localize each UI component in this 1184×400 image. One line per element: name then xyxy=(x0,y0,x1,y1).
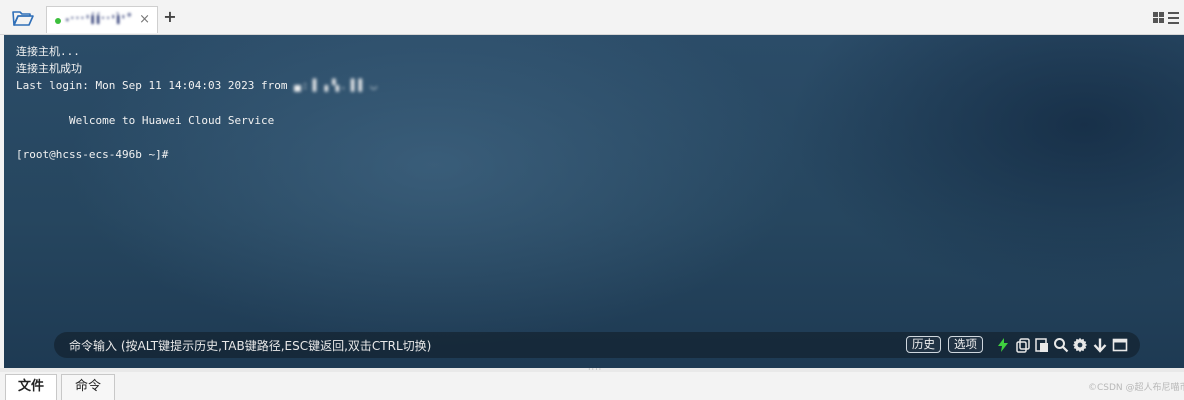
terminal-line: 连接主机... xyxy=(16,45,80,58)
terminal-line: Last login: Mon Sep 11 14:04:03 2023 fro… xyxy=(16,79,295,93)
copy-icon[interactable] xyxy=(1015,337,1031,353)
terminal-prompt: [root@hcss-ecs-496b ~]# xyxy=(16,148,169,162)
tab-commands[interactable]: 命令 xyxy=(61,374,115,400)
history-button[interactable]: 历史 xyxy=(906,336,941,353)
tab-files[interactable]: 文件 xyxy=(5,374,57,400)
lightning-icon[interactable] xyxy=(995,337,1011,353)
terminal-line: 连接主机成功 xyxy=(16,62,82,76)
folder-open-icon[interactable] xyxy=(10,8,36,28)
gear-icon[interactable] xyxy=(1072,337,1088,353)
maximize-icon[interactable] xyxy=(1112,337,1128,353)
connection-status-dot xyxy=(55,18,61,24)
paste-icon[interactable] xyxy=(1034,337,1050,353)
arrow-down-icon[interactable] xyxy=(1092,337,1108,353)
terminal-line: Welcome to Huawei Cloud Service xyxy=(16,113,275,127)
tab-session[interactable]: ·ˑˑˑ'ÍÍˑˑ'Ì'˚ × xyxy=(46,6,158,33)
close-tab-icon[interactable]: × xyxy=(139,12,150,27)
terminal-text: 连接主机... 连接主机成功 Last login: Mon Sep 11 14… xyxy=(16,43,378,163)
tab-title: ·ˑˑˑ'ÍÍˑˑ'Ì'˚ xyxy=(65,13,134,27)
command-input-bar[interactable]: 命令输入 (按ALT键提示历史,TAB键路径,ESC键返回,双击CTRL切换) … xyxy=(54,332,1140,358)
session-tab-bar: ·ˑˑˑ'ÍÍˑˑ'Ì'˚ × + xyxy=(0,0,1184,35)
bottom-tab-bar: 文件 命令 xyxy=(0,372,1184,400)
terminal-output[interactable]: 连接主机... 连接主机成功 Last login: Mon Sep 11 14… xyxy=(4,35,1184,368)
watermark: ©CSDN @超人布尼喵币几 xyxy=(1088,383,1184,393)
redacted-ip: ▄:▐ ▖▚.▐▐ ◡ xyxy=(294,79,379,93)
options-button[interactable]: 选项 xyxy=(948,336,983,353)
grid-menu-icon[interactable] xyxy=(1152,10,1180,26)
add-tab-button[interactable]: + xyxy=(162,7,178,27)
command-input[interactable]: 命令输入 (按ALT键提示历史,TAB键路径,ESC键返回,双击CTRL切换) xyxy=(69,337,431,354)
search-icon[interactable] xyxy=(1053,337,1069,353)
